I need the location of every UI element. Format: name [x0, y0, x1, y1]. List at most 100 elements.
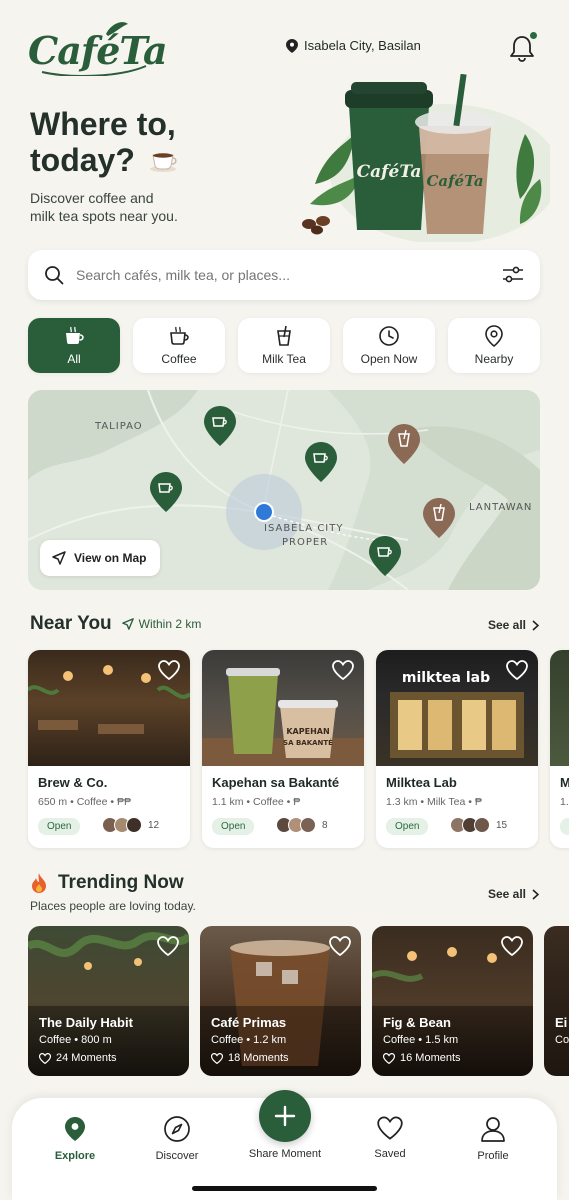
- map-pin-coffee-icon[interactable]: [305, 442, 337, 482]
- coffee-cup-icon: [66, 326, 84, 344]
- filter-chip-label: Milk Tea: [262, 352, 306, 366]
- map-pin-coffee-icon[interactable]: [204, 406, 236, 446]
- moments-label: 24 Moments: [56, 1052, 117, 1064]
- trending-see-all[interactable]: See all: [488, 887, 539, 901]
- explore-screen: CaféTa Isabela City, Basilan Where to, t…: [0, 0, 569, 1200]
- search-bar[interactable]: [28, 250, 540, 300]
- place-name: Brew & Co.: [38, 775, 108, 790]
- trending-card[interactable]: Fig & Bean Coffee • 1.5 km 16 Moments: [372, 926, 533, 1076]
- nav-profile[interactable]: Profile: [453, 1116, 533, 1162]
- nav-label: Profile: [477, 1150, 509, 1162]
- near-you-header: Near You Within 2 km: [30, 613, 201, 635]
- place-name: Kapehan sa Bakanté: [212, 775, 340, 790]
- clock-icon: [379, 326, 399, 346]
- status-badge: Open: [212, 818, 255, 835]
- heart-icon[interactable]: [332, 660, 354, 680]
- status-badge: Open: [38, 818, 81, 835]
- filter-chip-label: All: [67, 352, 81, 366]
- heart-icon[interactable]: [506, 660, 528, 680]
- map-pin-coffee-icon[interactable]: [369, 536, 401, 576]
- hero-title-line2-row: today?: [30, 142, 179, 178]
- location-selector[interactable]: Isabela City, Basilan: [286, 38, 421, 53]
- moments-label: 18 Moments: [228, 1052, 289, 1064]
- nav-label: Saved: [374, 1148, 406, 1160]
- hero-title: Where to, today?: [30, 106, 179, 178]
- heart-icon: [377, 1116, 403, 1140]
- heart-icon: [383, 1052, 395, 1064]
- trending-meta: Coffee • 800 m: [39, 1034, 112, 1046]
- nav-discover[interactable]: Discover: [137, 1116, 217, 1162]
- map-pin-milk-tea-icon[interactable]: [423, 498, 455, 538]
- location-pin-icon: [65, 1117, 85, 1141]
- place-card[interactable]: Brew & Co. 650 m • Coffee • ₱₱ Open 12: [28, 650, 190, 848]
- heart-icon[interactable]: [501, 936, 523, 956]
- notification-dot: [530, 32, 537, 39]
- hero-title-line1: Where to,: [30, 106, 176, 142]
- moment-avatars: 15: [450, 817, 507, 833]
- nav-explore[interactable]: Explore: [35, 1116, 115, 1162]
- category-filters: All Coffee Milk Tea Open Now Nearby: [28, 318, 540, 373]
- filter-chip-label: Open Now: [360, 352, 418, 366]
- place-card[interactable]: KAPEHAN SA BAKANTÉ Kapehan sa Bakanté 1.…: [202, 650, 364, 848]
- trending-name: Café Primas: [211, 1015, 287, 1030]
- filter-sliders-icon[interactable]: [502, 266, 524, 284]
- moment-count: 12: [148, 819, 160, 831]
- nav-saved[interactable]: Saved: [350, 1116, 430, 1160]
- cup-print-line1: KAPEHAN: [286, 727, 329, 736]
- trending-card-partial[interactable]: Ei Co: [544, 926, 569, 1076]
- hero-title-line2: today?: [30, 142, 135, 178]
- place-photo: KAPEHAN SA BAKANTÉ: [202, 650, 364, 766]
- near-you-radius-label: Within 2 km: [138, 617, 202, 631]
- heart-icon[interactable]: [329, 936, 351, 956]
- hero-cups-illustration: CaféTa CaféTa: [302, 74, 550, 242]
- moment-avatars: 8: [276, 817, 328, 833]
- navigation-arrow-icon: [121, 618, 134, 630]
- location-label: Isabela City, Basilan: [304, 38, 421, 53]
- place-meta: 1.: [560, 796, 569, 808]
- trending-name: The Daily Habit: [39, 1015, 133, 1030]
- see-all-label: See all: [487, 618, 526, 632]
- filter-chip-all[interactable]: All: [28, 318, 120, 373]
- near-you-see-all[interactable]: See all: [488, 618, 539, 632]
- navigation-arrow-icon: [52, 551, 66, 565]
- trending-card[interactable]: Café Primas Coffee • 1.2 km 18 Moments: [200, 926, 361, 1076]
- location-pin-icon: [286, 38, 298, 53]
- filter-chip-open-now[interactable]: Open Now: [343, 318, 435, 373]
- filter-chip-coffee[interactable]: Coffee: [133, 318, 225, 373]
- search-icon: [45, 266, 64, 285]
- trending-meta: Co: [555, 1034, 569, 1046]
- map-label-proper: PROPER: [282, 537, 329, 548]
- near-you-title: Near You: [30, 613, 112, 634]
- filter-chip-nearby[interactable]: Nearby: [448, 318, 540, 373]
- share-moment-label: Share Moment: [248, 1148, 322, 1160]
- place-meta: 1.1 km • Coffee • ₱: [212, 796, 301, 808]
- map-pin-milk-tea-icon[interactable]: [388, 424, 420, 464]
- avatar: [474, 817, 490, 833]
- compass-icon: [164, 1116, 190, 1142]
- place-card[interactable]: milktea lab Milktea Lab 1.3 km • Milk Te…: [376, 650, 538, 848]
- trending-meta: Coffee • 1.5 km: [383, 1034, 459, 1046]
- heart-icon[interactable]: [158, 660, 180, 680]
- map-preview[interactable]: TALIPAO LANTAWAN ISABELA CITY PROPER Vie…: [28, 390, 540, 590]
- notifications-button[interactable]: [509, 32, 537, 62]
- moment-avatars: 12: [102, 817, 160, 833]
- near-you-radius: Within 2 km: [121, 617, 202, 631]
- heart-icon[interactable]: [157, 936, 179, 956]
- place-card-partial[interactable]: M 1. O: [550, 650, 569, 848]
- place-photo: milktea lab: [376, 650, 538, 766]
- share-moment-button[interactable]: [259, 1090, 311, 1142]
- map-label-talipao: TALIPAO: [95, 421, 143, 432]
- plus-icon: [274, 1105, 296, 1127]
- trending-card[interactable]: The Daily Habit Coffee • 800 m 24 Moment…: [28, 926, 189, 1076]
- filter-chip-label: Coffee: [161, 352, 197, 366]
- trending-header: Trending Now: [30, 872, 184, 894]
- place-name: M: [560, 775, 569, 790]
- view-on-map-button[interactable]: View on Map: [40, 540, 160, 576]
- map-label-lantawan: LANTAWAN: [469, 502, 533, 513]
- place-name: Milktea Lab: [386, 775, 457, 790]
- heart-icon: [211, 1052, 223, 1064]
- nav-label: Explore: [54, 1150, 96, 1162]
- search-input[interactable]: [76, 267, 490, 283]
- map-pin-coffee-icon[interactable]: [150, 472, 182, 512]
- filter-chip-milk-tea[interactable]: Milk Tea: [238, 318, 330, 373]
